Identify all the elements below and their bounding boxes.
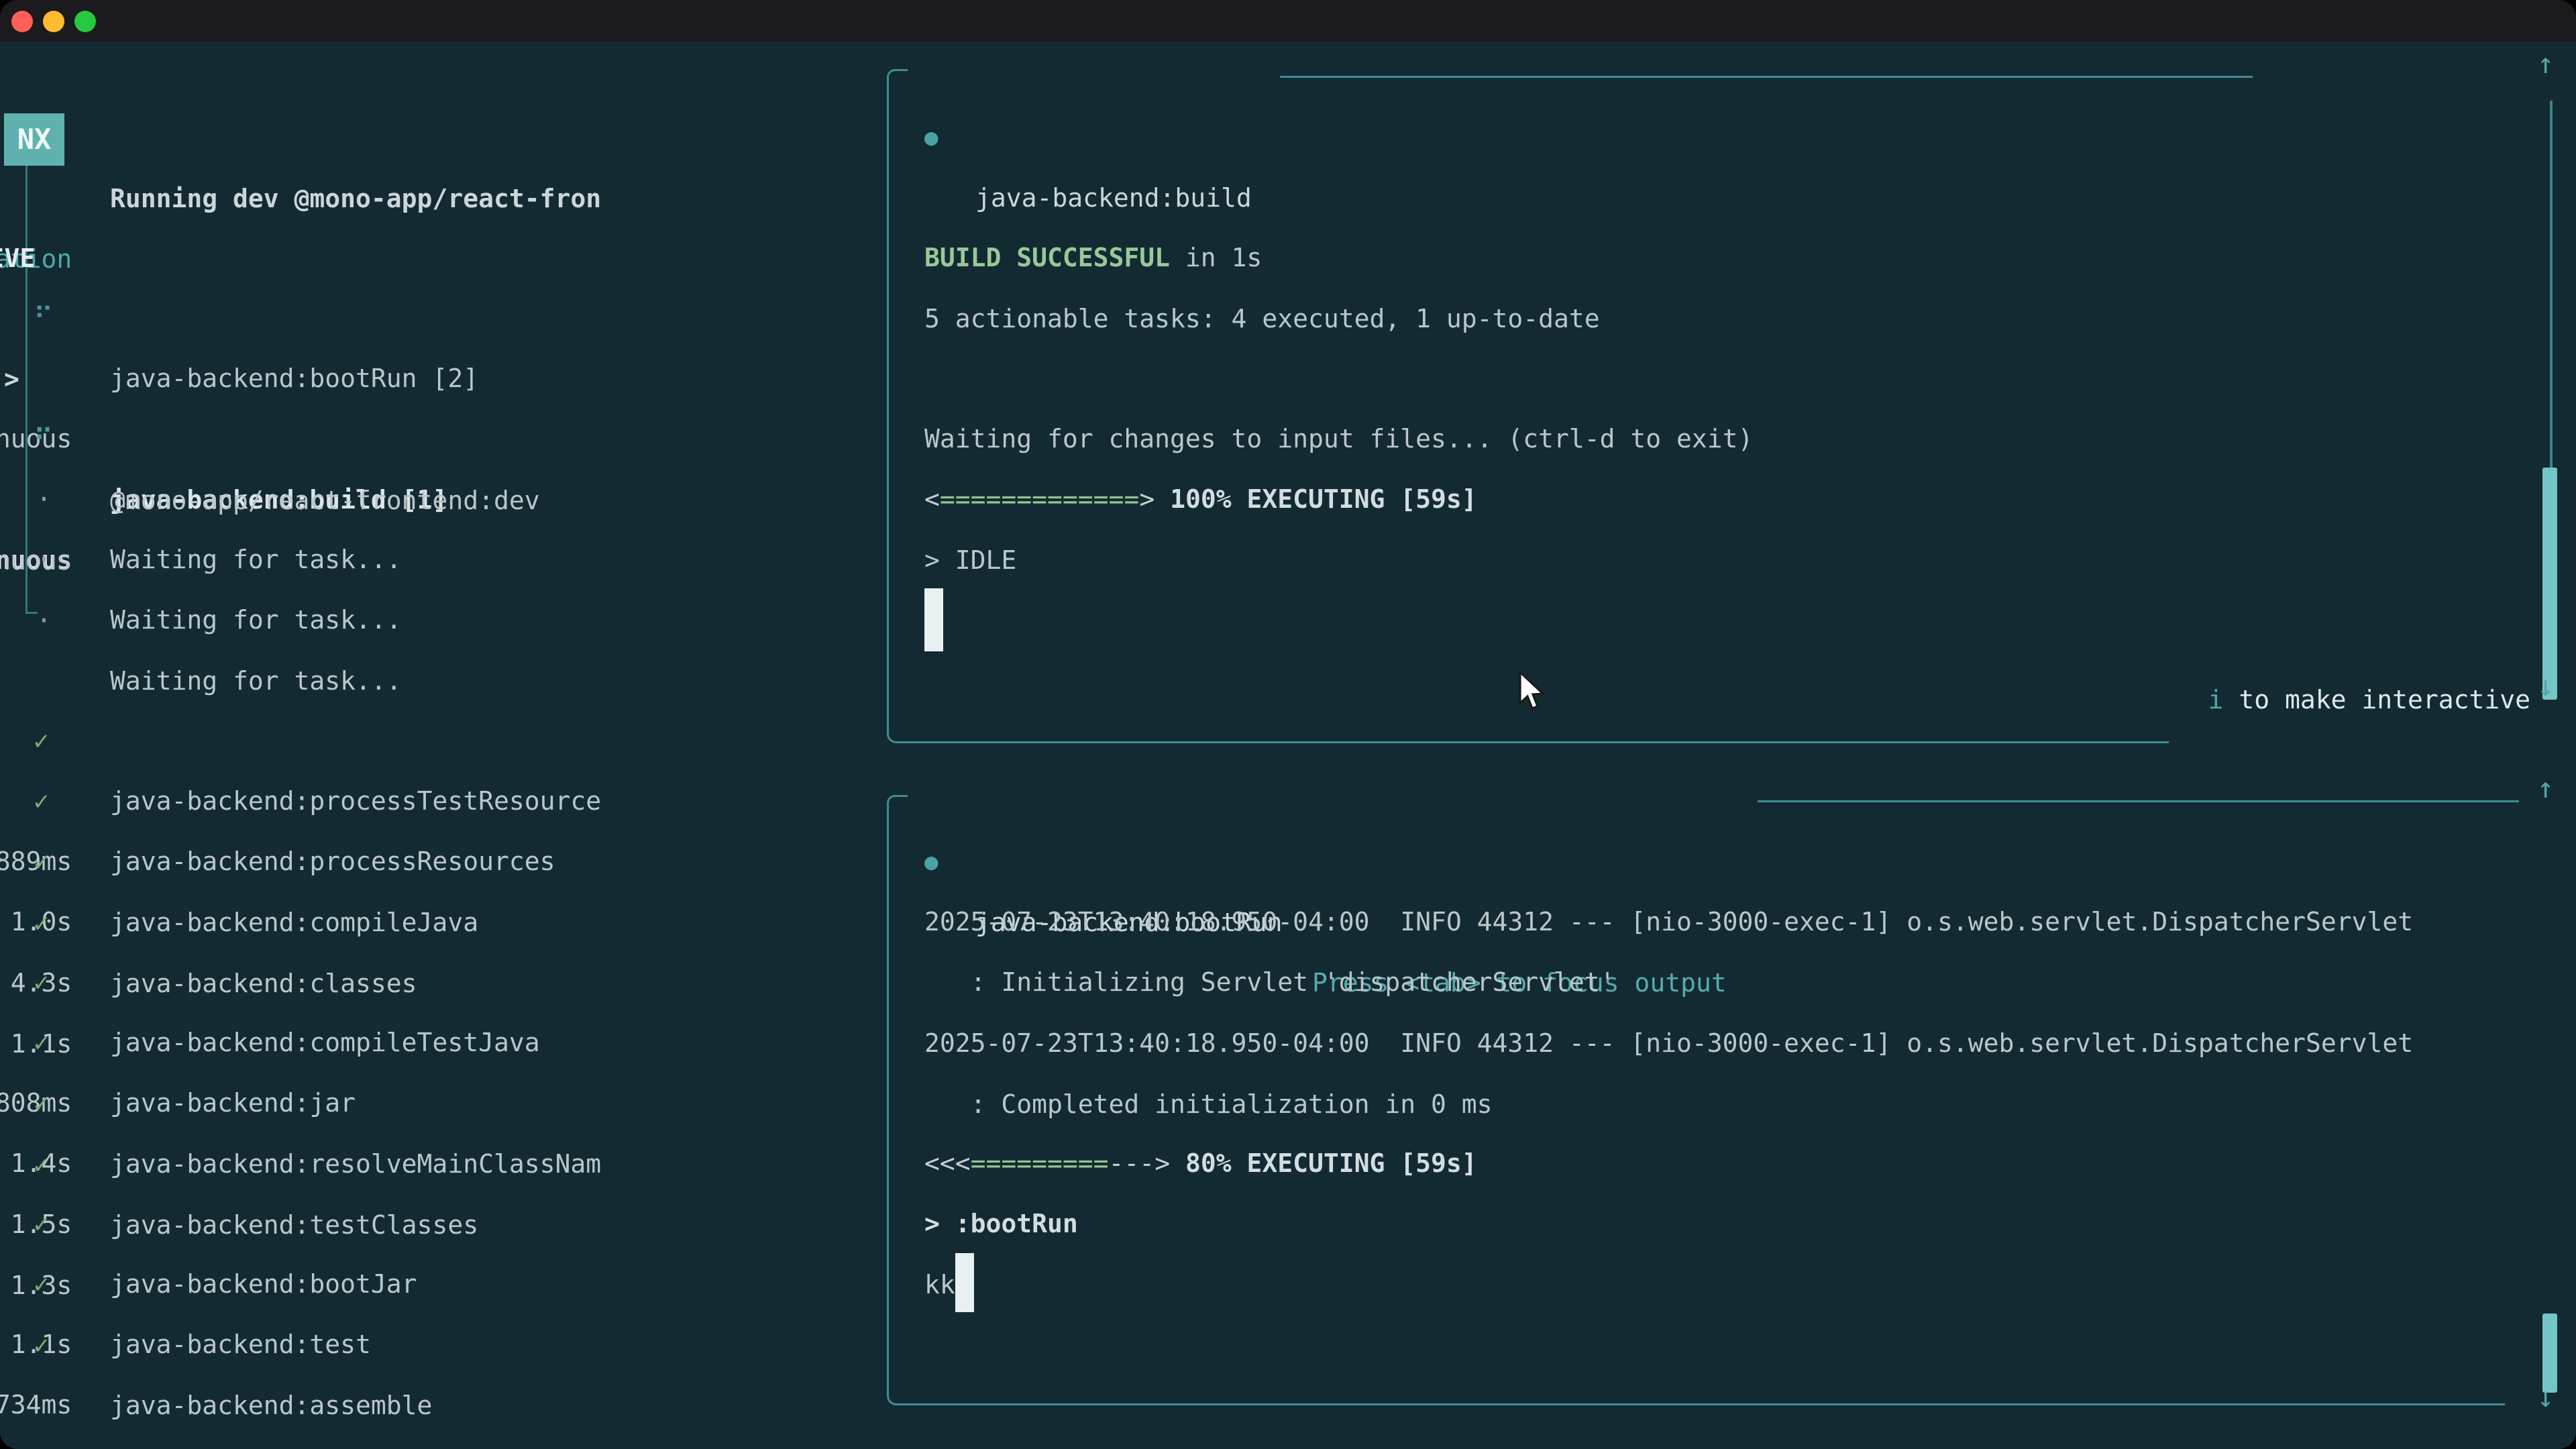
header-rule <box>1758 800 2519 802</box>
interactive-hint-text: to make interactive <box>2223 685 2530 714</box>
progress-right-bracket: > <box>1139 484 1155 514</box>
progress-bar-fill: ========= <box>971 1148 1109 1178</box>
titlebar <box>0 0 2576 42</box>
task-name: Waiting for task... <box>110 651 402 711</box>
terminal-window: NX Running dev @mono-app/react-fron Dura… <box>0 0 2576 1449</box>
task-row[interactable]: ⠋ @mono-app/react-frontend:dev Continuou… <box>0 350 92 410</box>
task-name: java-backend:test <box>110 1314 371 1375</box>
task-name: @mono-app/react-frontend:dev <box>110 470 540 531</box>
log-line: 2025-07-23T13:40:18.950-04:00 INFO 44312… <box>924 1013 2413 1073</box>
build-pane-header[interactable]: ● java-backend:build NON-INTERACTIVE <box>0 47 92 107</box>
progress-left-bracket: < <box>924 484 940 514</box>
progress-status-text: 100% EXECUTING [59s] <box>1155 484 1477 514</box>
progress-left-bracket: <<< <box>924 1148 971 1178</box>
zoom-button-icon[interactable] <box>74 11 96 32</box>
scrollbar-track[interactable] <box>2550 101 2553 468</box>
task-name: java-backend:testClasses <box>110 1195 478 1255</box>
task-name: java-backend:processTestResource <box>110 771 601 831</box>
scroll-down-icon[interactable]: ↓ <box>2537 1381 2554 1413</box>
build-idle-line: > IDLE <box>924 530 1016 590</box>
task-row[interactable]: · Waiting for task... <box>0 409 92 469</box>
bootrun-progress-line: <<<=========---> 80% EXECUTING [59s] <box>924 1133 1477 1193</box>
terminal-cursor <box>924 588 943 651</box>
pending-dot-icon: · <box>36 590 52 651</box>
interactive-hint-key: i <box>2208 685 2224 714</box>
bootrun-pane-header[interactable]: ● java-backend:bootRun Press <tab> to fo… <box>0 771 92 832</box>
task-name: java-backend:bootJar <box>110 1254 417 1314</box>
task-row[interactable]: ✓ java-backend:processTestResource 889ms <box>0 650 92 710</box>
task-list-title: Running dev @mono-app/react-fron <box>110 168 601 229</box>
bootrun-prompt-line: > :bootRun <box>924 1193 1078 1254</box>
build-progress-line: <=============> 100% EXECUTING [59s] <box>924 469 1477 529</box>
close-button-icon[interactable] <box>11 11 33 32</box>
build-waiting-line: Waiting for changes to input files... (c… <box>924 409 1753 469</box>
task-list-footer: ← 1/2 → quit: q help: ? <box>0 1375 872 1436</box>
header-rule <box>1280 76 2253 78</box>
check-icon: ✓ <box>34 1315 49 1375</box>
build-result-line: BUILD SUCCESSFUL in 1s <box>924 227 1262 288</box>
terminal-cursor <box>955 1253 974 1312</box>
task-name: java-backend:resolveMainClassNam <box>110 1134 601 1194</box>
scrollbar-thumb[interactable] <box>2542 468 2557 700</box>
task-row[interactable]: ✓ java-backend:testClasses 1.3s <box>0 1074 92 1134</box>
task-name: java-backend:processResources <box>110 831 555 892</box>
build-successful-text: BUILD SUCCESSFUL <box>924 243 1170 272</box>
task-row[interactable]: ✓ java-backend:bootJar 1.1s <box>0 1133 92 1193</box>
pager: ← 1/2 → <box>25 1436 194 1449</box>
progress-bar-empty: --- <box>1109 1148 1155 1178</box>
log-line: : Initializing Servlet 'dispatcherServle… <box>924 952 1615 1012</box>
task-row[interactable]: ✓ java-backend:test 734ms <box>0 1193 92 1254</box>
task-name: java-backend:compileTestJava <box>110 1012 540 1073</box>
task-row[interactable]: ✓ java-backend:assemble 774ms <box>0 1254 92 1315</box>
build-pane-title: java-backend:build <box>975 168 1252 228</box>
task-dot-icon: ● <box>924 832 938 892</box>
task-row[interactable]: · Waiting for task... <box>0 530 92 590</box>
log-line: 2025-07-23T13:40:18.950-04:00 INFO 44312… <box>924 892 2413 952</box>
scroll-up-icon[interactable]: ↑ <box>2537 47 2554 80</box>
minimize-button-icon[interactable] <box>43 11 64 32</box>
progress-bar-fill: ============= <box>940 484 1139 514</box>
task-name: java-backend:compileJava <box>110 892 478 953</box>
task-name: java-backend:classes <box>110 953 417 1014</box>
bootrun-input-line[interactable]: kk <box>924 1254 955 1315</box>
mouse-cursor-icon <box>1517 671 1548 718</box>
interactive-hint: i to make interactive <box>2208 669 2530 730</box>
build-time-text: in 1s <box>1170 243 1262 272</box>
task-row[interactable]: · Waiting for task... <box>0 469 92 529</box>
task-name: Waiting for task... <box>110 529 402 590</box>
mode-badge: NON-INTERACTIVE <box>0 228 35 288</box>
build-tasks-line: 5 actionable tasks: 4 executed, 1 up-to-… <box>924 288 1600 349</box>
scroll-down-icon[interactable]: ↓ <box>2537 669 2554 702</box>
task-name: java-backend:jar <box>110 1073 356 1133</box>
progress-right-bracket: > <box>1155 1148 1170 1178</box>
task-dot-icon: ● <box>924 107 938 168</box>
log-line: : Completed initialization in 0 ms <box>924 1074 1492 1134</box>
task-name: Waiting for task... <box>110 590 402 650</box>
scroll-up-icon[interactable]: ↑ <box>2537 771 2554 804</box>
progress-status-text: 80% EXECUTING [59s] <box>1170 1148 1477 1178</box>
task-name: java-backend:bootRun [2] <box>110 348 478 409</box>
task-row[interactable]: ✓ java-backend:processResources 1.0s <box>0 710 92 771</box>
task-list-panel: NX Running dev @mono-app/react-fron Dura… <box>0 42 872 1449</box>
